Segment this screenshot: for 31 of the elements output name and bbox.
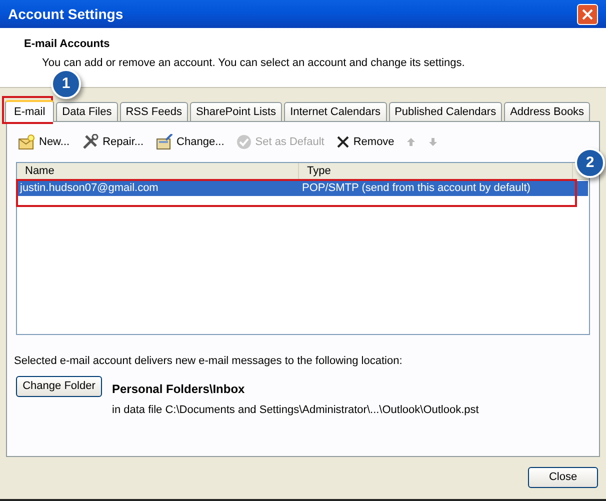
tab[interactable]: SharePoint Lists (190, 102, 282, 121)
tab[interactable]: RSS Feeds (120, 102, 188, 121)
check-circle-icon (236, 134, 252, 150)
tab[interactable]: Address Books (504, 102, 590, 121)
data-file-path: in data file C:\Documents and Settings\Administrator\...\Outlook\Outlook.pst (112, 402, 479, 418)
envelope-icon (18, 134, 36, 150)
card-icon (156, 134, 174, 150)
column-header[interactable]: Name (17, 163, 299, 179)
folder-name: Personal Folders\Inbox (112, 380, 246, 398)
account-row[interactable]: justin.hudson07@gmail.com POP/SMTP (send from this account by default) (18, 181, 588, 196)
header-description: You can add or remove an account. You can select an account and change its settings. (41, 56, 466, 70)
toolbar-button[interactable]: Repair... (82, 134, 144, 150)
tab[interactable]: Internet Calendars (284, 102, 387, 121)
location-description: Selected e-mail account delivers new e-mail messages to the following location: (14, 354, 404, 369)
change-folder-button[interactable]: Change Folder (16, 376, 102, 396)
window-title: Account Settings (8, 4, 124, 24)
close-button[interactable]: Close (528, 467, 598, 488)
column-header[interactable]: Type (299, 163, 573, 179)
header-title: E-mail Accounts (24, 37, 111, 52)
toolbar-button[interactable]: New... (18, 134, 70, 150)
tab[interactable]: Published Calendars (388, 102, 502, 121)
table-cell-text: justin.hudson07@gmail.com (18, 181, 160, 196)
table-cell-text: POP/SMTP (send from this account by default) (301, 181, 532, 196)
tab[interactable]: Data Files (56, 102, 118, 121)
remove-icon (336, 135, 350, 149)
toolbar-button[interactable]: Change... (156, 134, 224, 150)
tools-icon (82, 134, 100, 150)
tab[interactable]: E-mail (5, 100, 54, 122)
toolbar-button[interactable]: Remove (336, 134, 394, 150)
highlight-frame (2, 96, 53, 124)
close-icon[interactable] (577, 4, 598, 24)
